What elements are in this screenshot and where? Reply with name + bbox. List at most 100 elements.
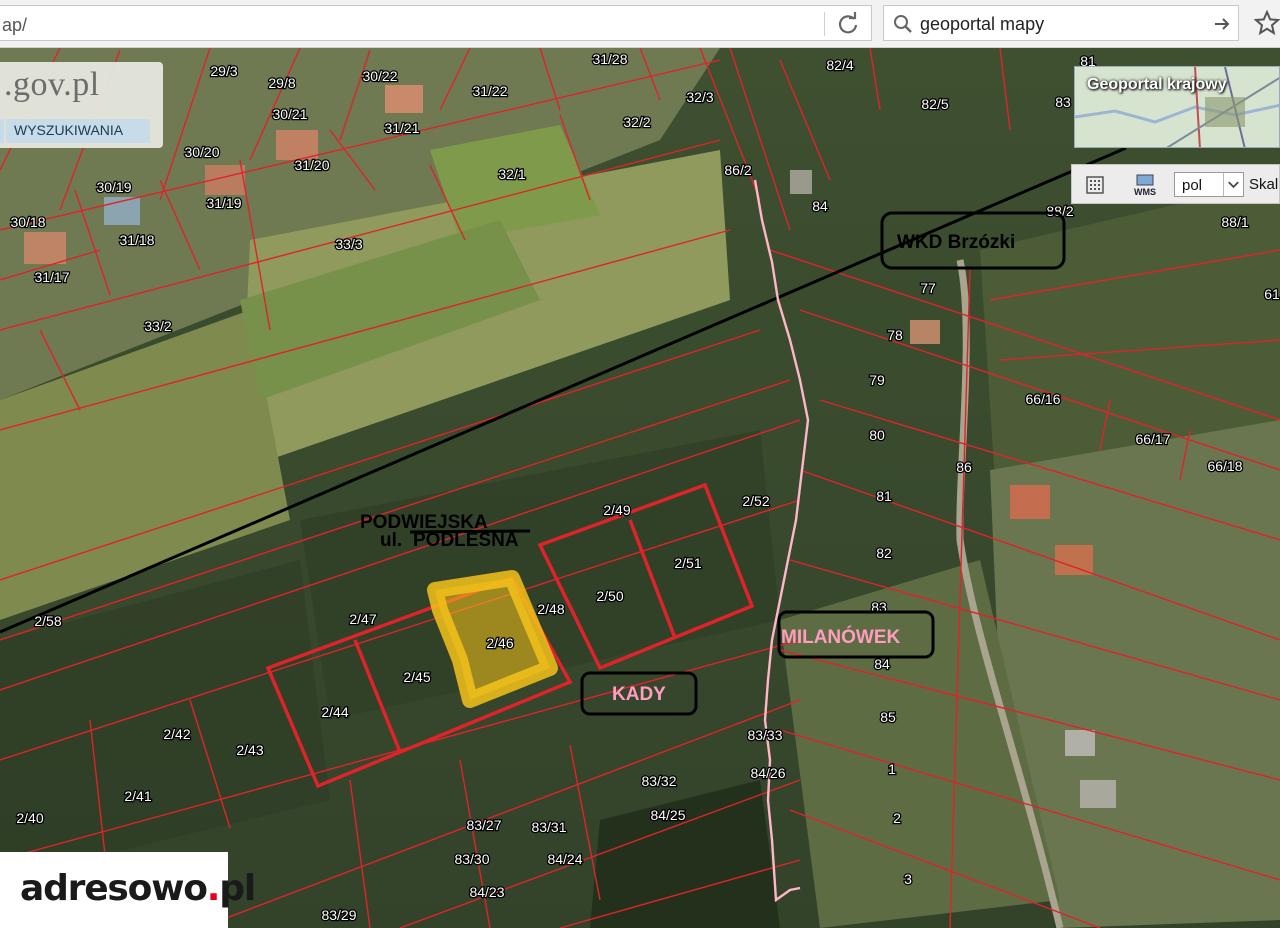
parcel-label: 33/2 [144, 318, 171, 334]
address-bar-text: ap/ [2, 15, 28, 35]
parcel-label: 32/3 [686, 89, 713, 105]
parcel-label: 2 [893, 810, 901, 826]
parcel-label: 31/18 [119, 232, 154, 248]
parcel-label: 2/51 [674, 555, 701, 571]
parcel-label: 83/33 [747, 727, 782, 743]
parcel-label: 82/4 [826, 57, 853, 73]
site-logo-text: .gov.pl [4, 66, 100, 103]
station-label: WKD Brzózki [897, 232, 1015, 253]
adresowo-watermark: adresowo.pl [0, 852, 256, 928]
parcel-label: 30/22 [362, 68, 397, 84]
parcel-label: 83/31 [531, 819, 566, 835]
browser-toolbar: ap/ geoportal mapy [0, 0, 1280, 48]
parcel-label: 88/1 [1221, 214, 1248, 230]
parcel-label: 31/20 [294, 157, 329, 173]
building [790, 170, 812, 194]
parcel-label: 2/45 [403, 669, 430, 685]
parcel-label: 29/8 [268, 75, 295, 91]
building [1080, 780, 1116, 808]
parcel-label: 82 [876, 545, 892, 561]
parcel-label: 83/29 [321, 907, 356, 923]
parcel-label: 2/49 [603, 502, 630, 518]
search-bar[interactable]: geoportal mapy [883, 5, 1239, 41]
street-prefix-label: ul. [380, 530, 402, 551]
parcel-label: 32/1 [498, 166, 525, 182]
parcel-label: 29/3 [210, 63, 237, 79]
svg-text:WMS: WMS [1134, 187, 1156, 196]
parcel-label: 79 [869, 372, 885, 388]
parcel-label: 2/58 [34, 613, 61, 629]
parcel-label: 84/25 [650, 807, 685, 823]
address-bar-separator [824, 12, 825, 36]
parcel-label: 31/19 [206, 195, 241, 211]
parcel-label: 84 [812, 198, 828, 214]
parcel-label: 81 [876, 488, 892, 504]
site-logo-panel: .gov.pl WYSZUKIWANIA [0, 62, 163, 148]
parcel-label: 83/27 [466, 817, 501, 833]
parcel-label: 77 [920, 280, 936, 296]
parcel-label: 30/21 [272, 106, 307, 122]
parcel-label: 83/30 [454, 851, 489, 867]
parcel-label: 61 [1264, 286, 1280, 302]
parcel-label: 31/28 [592, 51, 627, 67]
building [1010, 485, 1050, 519]
parcel-label: 78 [887, 327, 903, 343]
parcel-label: 32/2 [623, 114, 650, 130]
reload-icon[interactable] [836, 12, 860, 36]
parcel-label: 33/3 [335, 236, 362, 252]
arrow-right-icon[interactable] [1212, 14, 1232, 34]
minimap-title: Geoportal krajowy [1087, 76, 1227, 93]
grid-icon[interactable] [1086, 176, 1104, 194]
parcel-label: 2/42 [163, 726, 190, 742]
parcel-label: 66/16 [1025, 391, 1060, 407]
parcel-label: 83/32 [641, 773, 676, 789]
parcel-label: 3 [904, 871, 912, 887]
parcel-label: 2/47 [349, 611, 376, 627]
parcel-label: 2/50 [596, 588, 623, 604]
watermark-dot: . [206, 868, 221, 909]
language-select-value: pol [1182, 177, 1203, 194]
parcel-label: 31/21 [384, 120, 419, 136]
parcel-label: 82/5 [921, 96, 948, 112]
building [1055, 545, 1093, 575]
language-select[interactable]: pol [1174, 172, 1244, 197]
parcel-label: 2/41 [124, 788, 151, 804]
parcel-label: 31/17 [34, 269, 69, 285]
parcel-label: 85 [880, 709, 896, 725]
parcel-label: 84/23 [469, 884, 504, 900]
parcel-label: 30/18 [10, 214, 45, 230]
bookmark-star-icon[interactable] [1254, 10, 1280, 36]
parcel-label: 1 [888, 761, 896, 777]
parcel-label: 80 [869, 427, 885, 443]
parcel-label: 84/26 [750, 765, 785, 781]
overview-minimap[interactable]: Geoportal krajowy [1074, 66, 1280, 148]
building [385, 85, 423, 113]
search-mode-tab-edge [0, 119, 4, 143]
parcel-label: 2/46 [486, 635, 513, 651]
watermark-logo: adresowo.pl [20, 868, 256, 909]
parcel-label: 86 [956, 459, 972, 475]
watermark-tld: pl [219, 868, 256, 909]
parcel-label: 84/24 [547, 851, 582, 867]
building [276, 130, 318, 160]
scale-label: Skal [1249, 176, 1279, 193]
map-tool-panel: WMS pol Skal [1071, 164, 1280, 204]
search-bar-text: geoportal mapy [920, 14, 1045, 34]
parcel-label: 2/44 [321, 704, 348, 720]
building [1065, 730, 1095, 756]
parcel-label: 30/20 [184, 144, 219, 160]
parcel-label: 2/40 [16, 810, 43, 826]
parcel-label: 83 [1055, 94, 1071, 110]
parcel-label: 2/43 [236, 742, 263, 758]
parcel-label: 86/2 [724, 162, 751, 178]
parcel-label: 31/22 [472, 83, 507, 99]
address-bar[interactable]: ap/ [0, 5, 872, 41]
parcel-label: 66/18 [1207, 458, 1242, 474]
district-kady-label: KADY [612, 684, 666, 705]
building [910, 320, 940, 344]
wms-layer-icon[interactable]: WMS [1134, 174, 1158, 196]
building [24, 232, 66, 264]
search-mode-button[interactable]: WYSZUKIWANIA [6, 119, 150, 143]
parcel-label: 30/19 [96, 179, 131, 195]
parcel-label: 2/48 [537, 601, 564, 617]
